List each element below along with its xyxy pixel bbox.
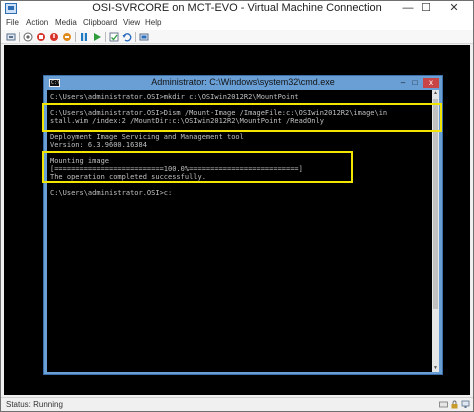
console-line: Deployment Image Servicing and Managemen… xyxy=(50,133,244,141)
cmd-title: Administrator: C:\Windows\system32\cmd.e… xyxy=(151,77,335,87)
scroll-up-icon[interactable]: ▲ xyxy=(432,90,439,97)
toolbar-separator xyxy=(135,32,136,42)
highlight-box-mount-result xyxy=(42,151,353,183)
highlight-box-dism-command xyxy=(42,103,442,132)
menu-bar: File Action Media Clipboard View Help xyxy=(1,17,473,30)
start-icon[interactable] xyxy=(23,32,33,42)
toolbar xyxy=(1,30,473,44)
console-scrollbar[interactable]: ▲ ▼ xyxy=(432,90,439,372)
minimize-button[interactable]: — xyxy=(401,1,415,15)
console-prompt: C:\Users\administrator.OSI>c: xyxy=(50,189,173,197)
status-text: Status: Running xyxy=(6,400,63,409)
vm-connection-window: OSI-SVRCORE on MCT-EVO - Virtual Machine… xyxy=(0,0,474,412)
lock-icon xyxy=(451,400,458,409)
cmd-minimize-button[interactable]: – xyxy=(398,78,408,88)
save-state-icon[interactable] xyxy=(62,32,72,42)
menu-media[interactable]: Media xyxy=(55,18,77,27)
console-output[interactable]: C:\Users\administrator.OSI>mkdir c:\OSIw… xyxy=(47,90,439,372)
toolbar-separator xyxy=(19,32,20,42)
console-line: C:\Users\administrator.OSI>mkdir c:\OSIw… xyxy=(50,93,299,101)
maximize-button[interactable]: ☐ xyxy=(419,1,433,15)
toolbar-separator xyxy=(75,32,76,42)
shutdown-icon[interactable] xyxy=(49,32,59,42)
revert-icon[interactable] xyxy=(122,32,132,42)
enhanced-session-icon[interactable] xyxy=(139,32,149,42)
turn-off-icon[interactable] xyxy=(36,32,46,42)
status-bar: Status: Running xyxy=(1,397,473,411)
cmd-title-bar[interactable]: C:\ Administrator: C:\Windows\system32\c… xyxy=(44,76,442,90)
guest-display[interactable]: C:\ Administrator: C:\Windows\system32\c… xyxy=(4,45,470,395)
keyboard-icon xyxy=(439,401,448,408)
cmd-close-button[interactable]: x xyxy=(423,78,439,88)
menu-view[interactable]: View xyxy=(123,18,140,27)
network-icon xyxy=(461,400,470,408)
pause-icon[interactable] xyxy=(79,32,89,42)
menu-clipboard[interactable]: Clipboard xyxy=(83,18,117,27)
ctrl-alt-del-icon[interactable] xyxy=(6,32,16,42)
reset-icon[interactable] xyxy=(92,32,102,42)
checkpoint-icon[interactable] xyxy=(109,32,119,42)
status-icons xyxy=(439,400,470,410)
menu-help[interactable]: Help xyxy=(145,18,161,27)
menu-action[interactable]: Action xyxy=(26,18,48,27)
title-bar[interactable]: OSI-SVRCORE on MCT-EVO - Virtual Machine… xyxy=(1,1,473,17)
toolbar-separator xyxy=(105,32,106,42)
cmd-maximize-button[interactable]: □ xyxy=(410,78,420,88)
console-line: Version: 6.3.9600.16384 xyxy=(50,141,147,149)
menu-file[interactable]: File xyxy=(6,18,19,27)
close-button[interactable]: ✕ xyxy=(439,1,469,15)
scroll-down-icon[interactable]: ▼ xyxy=(432,365,439,372)
